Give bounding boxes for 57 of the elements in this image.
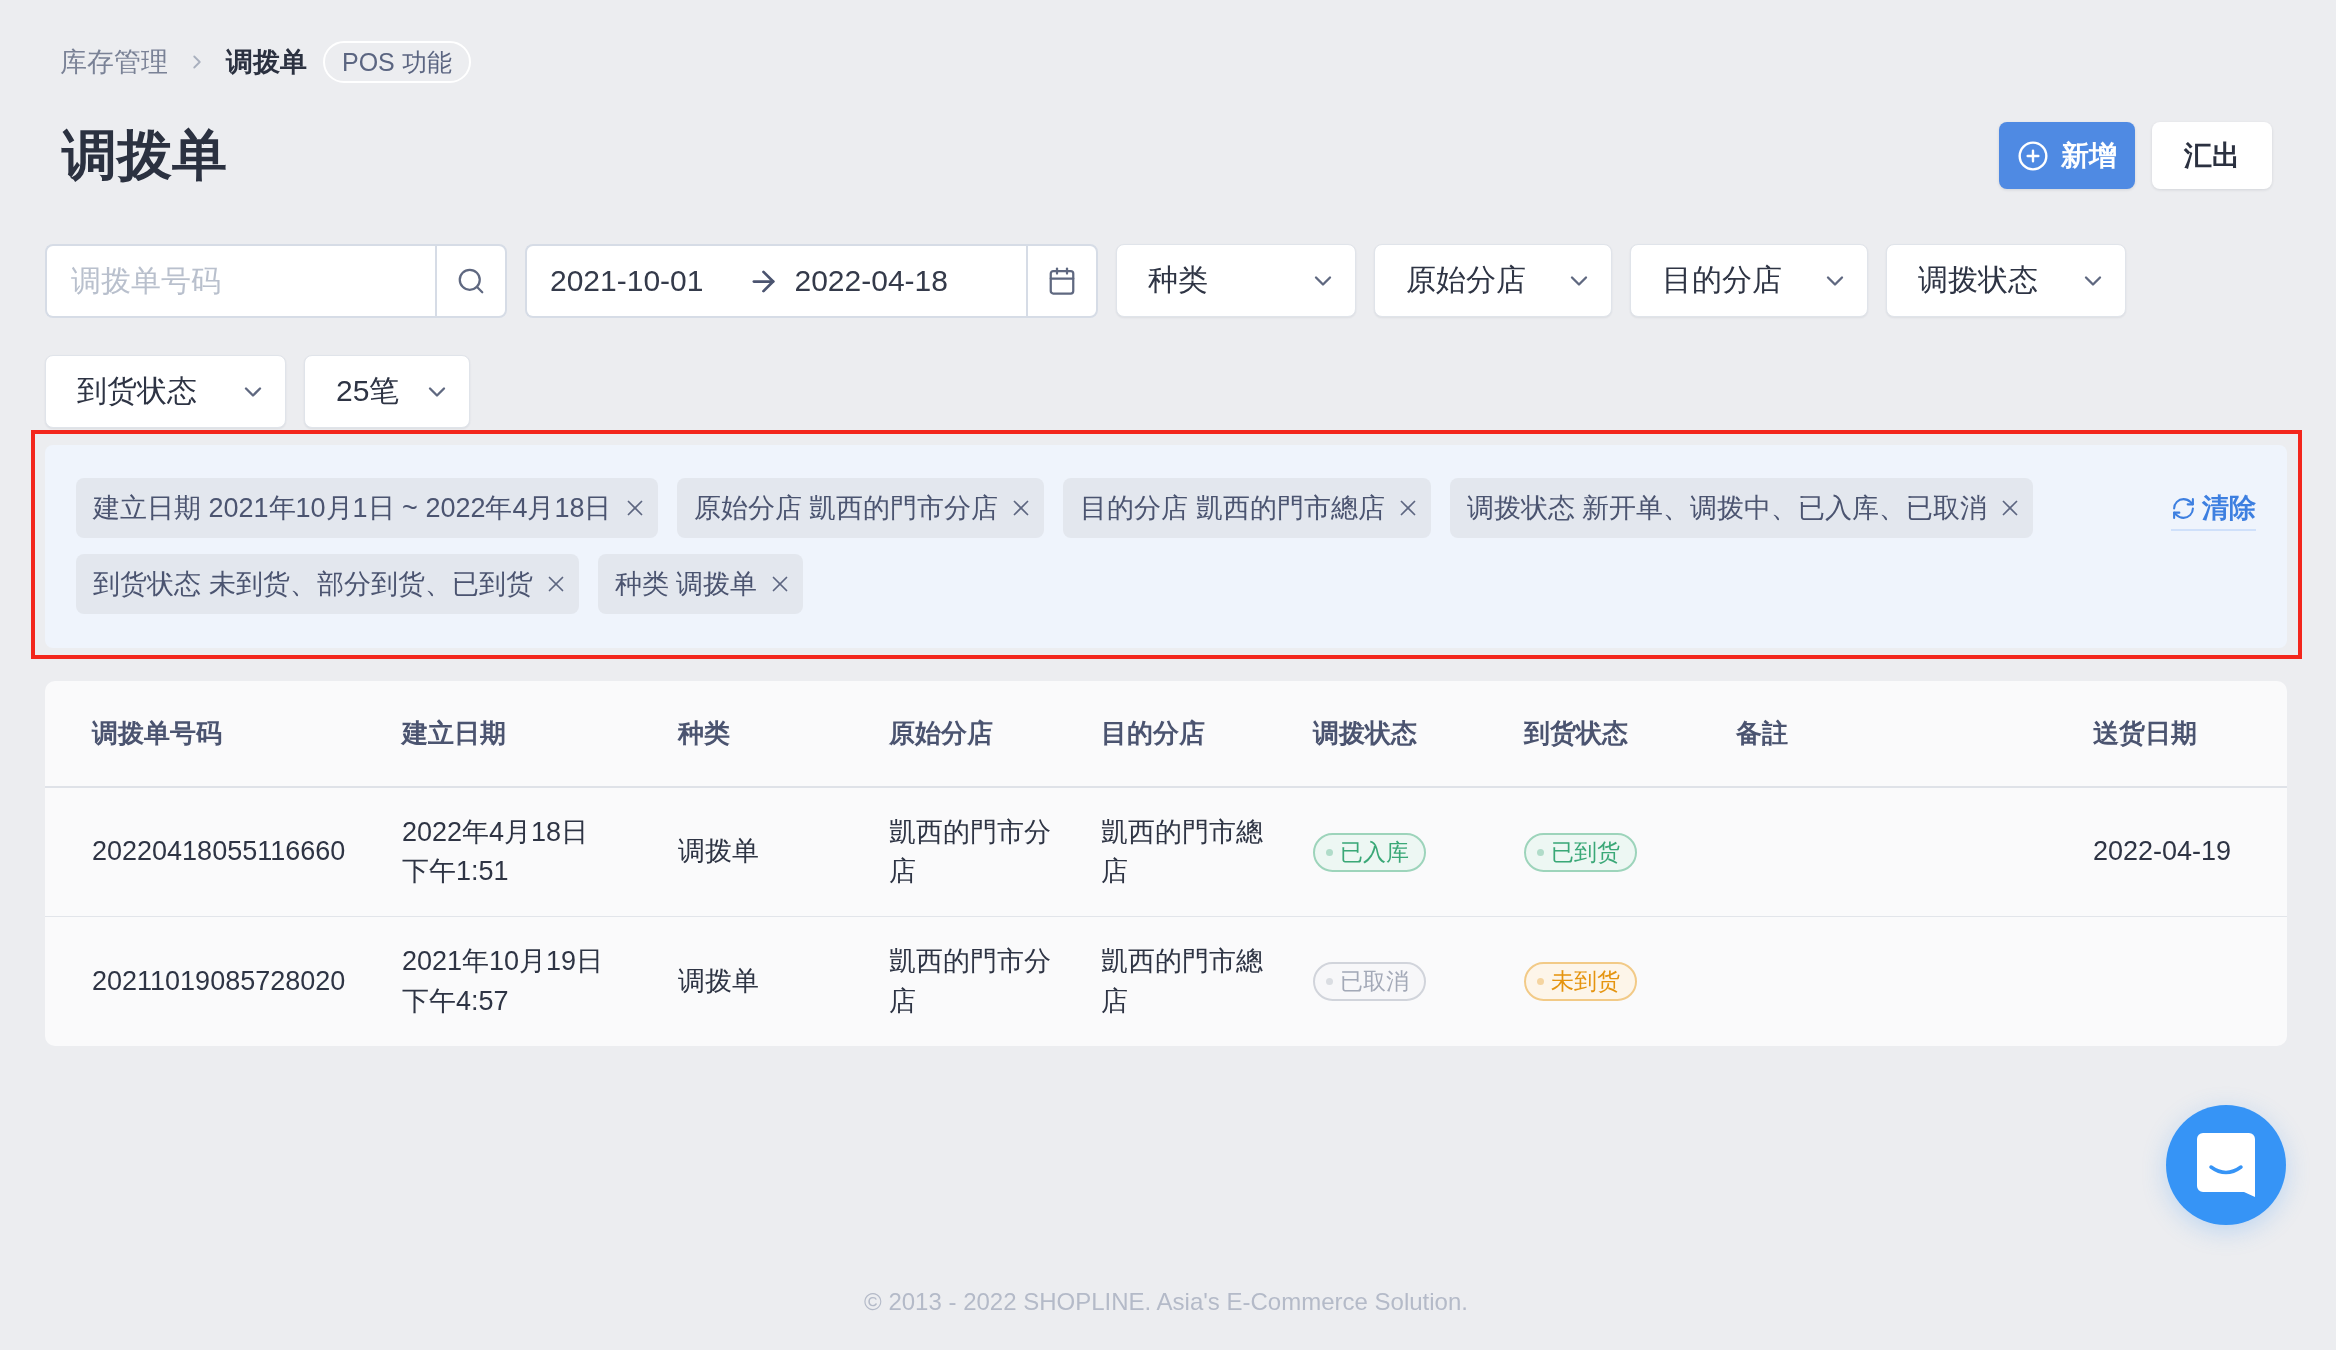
table-cell-text: 20220418055116660 <box>92 835 346 869</box>
feature-tag: POS 功能 <box>323 41 471 83</box>
status-dot-icon <box>1326 848 1333 856</box>
column-header: 送货日期 <box>2093 717 2197 750</box>
filter-dropdown[interactable]: 到货状态 <box>45 355 286 428</box>
column-header: 种类 <box>678 717 730 750</box>
arrival-status-text: 未到货 <box>1551 970 1620 993</box>
chat-bubble-icon <box>2197 1133 2255 1197</box>
transfer-status-text: 已取消 <box>1340 970 1409 993</box>
column-header: 原始分店 <box>889 717 993 750</box>
search-icon <box>456 266 486 296</box>
status-dot-icon <box>1537 978 1544 985</box>
status-dot-icon <box>1537 848 1544 856</box>
filter-dropdown[interactable]: 种类 <box>1116 244 1356 317</box>
filter-chip-text: 目的分店 凱西的門市總店 <box>1080 494 1385 522</box>
date-range-field[interactable]: 2021-10-01 2022-04-18 <box>525 244 1026 318</box>
table-cell-text: 20211019085728020 <box>92 964 346 998</box>
footer-copyright: © 2013 - 2022 SHOPLINE. Asia's E-Commerce Solution. <box>864 1288 1468 1316</box>
calendar-button[interactable] <box>1026 244 1098 318</box>
table-cell-text: 2021年10月19日下午4:57 <box>402 945 605 1018</box>
end-date: 2022-04-18 <box>794 266 948 296</box>
start-date: 2021-10-01 <box>550 266 704 296</box>
arrival-status-text: 已到货 <box>1551 840 1620 864</box>
table-cell-text: 调拨单 <box>678 835 759 869</box>
clear-filters-button[interactable]: 清除 <box>2171 490 2256 531</box>
status-dot-icon <box>1326 978 1333 985</box>
table-cell-text: 凱西的門市總店 <box>1101 945 1264 1018</box>
refresh-icon <box>2171 495 2196 521</box>
calendar-icon <box>1047 266 1077 296</box>
column-header: 建立日期 <box>402 717 506 750</box>
filter-dropdown[interactable]: 调拨状态 <box>1886 244 2126 317</box>
table-cell-text: 凱西的門市總店 <box>1101 815 1264 888</box>
filter-chip-text: 原始分店 凱西的門市分店 <box>693 494 998 522</box>
search-field[interactable]: 调拨单号码 <box>45 244 435 318</box>
filter-chip-text: 建立日期 2021年10月1日 ~ 2022年4月18日 <box>93 494 612 522</box>
filter-dropdown[interactable]: 目的分店 <box>1630 244 1868 317</box>
column-header: 备註 <box>1736 717 1788 750</box>
breadcrumb-current: 调拨单 <box>226 48 307 76</box>
page-title: 调拨单 <box>62 128 227 183</box>
table-cell-text: 2022年4月18日下午1:51 <box>402 815 590 888</box>
filter-chip-text: 种类 调拨单 <box>614 570 758 598</box>
table-cell-text: 调拨单 <box>678 964 759 998</box>
filter-dropdown[interactable]: 25笔 <box>304 355 470 428</box>
search-button[interactable] <box>435 244 507 318</box>
filter-dropdown[interactable]: 原始分店 <box>1374 244 1612 317</box>
export-button[interactable]: 汇出 <box>2152 122 2272 189</box>
transfer-status-text: 已入库 <box>1340 840 1409 864</box>
table-cell-text: 凱西的門市分店 <box>889 815 1052 888</box>
table-cell-text: 凱西的門市分店 <box>889 945 1052 1018</box>
column-header: 调拨状态 <box>1313 717 1417 750</box>
column-header: 目的分店 <box>1101 717 1205 750</box>
column-header: 调拨单号码 <box>92 717 222 750</box>
filter-chip-text: 到货状态 未到货、部分到货、已到货 <box>93 570 533 598</box>
column-header: 到货状态 <box>1524 717 1628 750</box>
table-cell-text: 2022-04-19 <box>2093 835 2232 869</box>
plus-circle-icon <box>2017 139 2049 172</box>
filter-chip-text: 调拨状态 新开单、调拨中、已入库、已取消 <box>1466 494 1988 522</box>
